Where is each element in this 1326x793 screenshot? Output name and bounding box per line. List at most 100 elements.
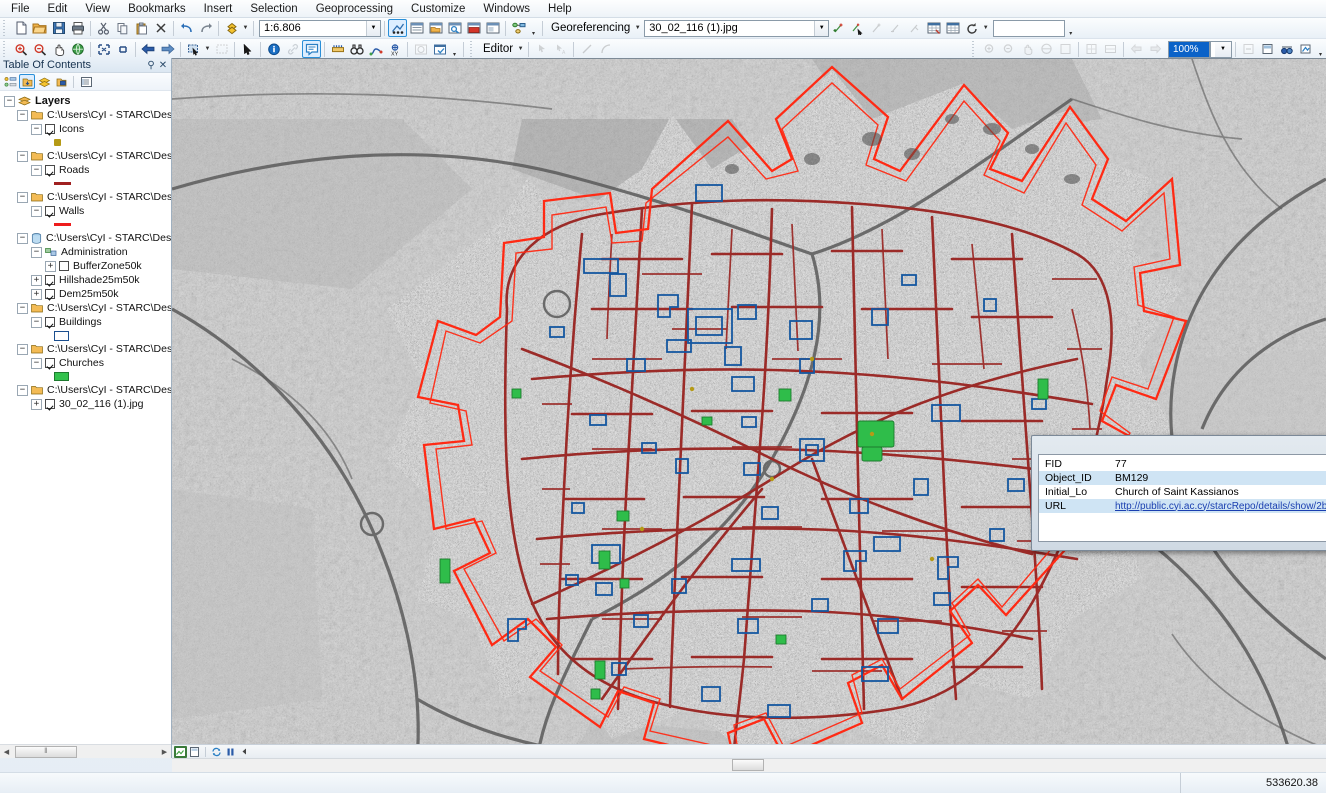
map-canvas[interactable]	[172, 58, 1326, 744]
rotate-button[interactable]	[962, 19, 981, 37]
effects-page-button[interactable]	[1056, 40, 1075, 58]
menu-item-help[interactable]: Help	[539, 2, 581, 16]
catalog-button[interactable]	[426, 19, 445, 37]
search-window-button[interactable]	[445, 19, 464, 37]
map-horizontal-scrollbar[interactable]	[172, 758, 1326, 772]
menu-item-view[interactable]: View	[76, 2, 119, 16]
change-layout-button[interactable]	[1258, 40, 1277, 58]
toc-layer-hillshade25m50k[interactable]: + Hillshade25m50k	[0, 273, 171, 287]
page-zoom-combo[interactable]: 100%	[1168, 40, 1210, 58]
previous-extent-button[interactable]	[139, 40, 158, 58]
popup-field-value-link[interactable]: http://public.cyi.ac.cy/starcRepo/detail…	[1115, 501, 1326, 512]
menu-item-bookmarks[interactable]: Bookmarks	[119, 2, 195, 16]
create-viewer-button[interactable]	[430, 40, 449, 58]
redo-button[interactable]	[196, 19, 215, 37]
edit-tool-button[interactable]	[532, 40, 551, 58]
toc-layer-icons[interactable]: − Icons	[0, 122, 171, 136]
toc-button[interactable]	[407, 19, 426, 37]
toc-workspace-6[interactable]: − C:\Users\CyI - STARC\Desktop	[0, 383, 171, 397]
editor-toolbar-button[interactable]	[388, 19, 407, 37]
editor-toolbar-grip[interactable]	[470, 41, 476, 57]
expand-collapse-toggle[interactable]: −	[17, 343, 28, 355]
data-driven-pages-button[interactable]	[1277, 40, 1296, 58]
expand-collapse-toggle[interactable]: −	[17, 232, 28, 244]
layout-view-button[interactable]	[188, 746, 201, 758]
identify-popup-window[interactable]: ✕ FID 77 Object_ID BM129 Initial_Lo Church of…	[1031, 435, 1326, 551]
toc-layer-walls[interactable]: − Walls	[0, 204, 171, 218]
edit-annotation-button[interactable]: A	[551, 40, 570, 58]
toc-options-button[interactable]	[78, 74, 94, 89]
menu-item-customize[interactable]: Customize	[402, 2, 474, 16]
layer-visibility-checkbox[interactable]	[45, 275, 55, 285]
toc-dataset-3-0[interactable]: − Administration	[0, 245, 171, 259]
layer-visibility-checkbox[interactable]	[45, 165, 55, 175]
expand-collapse-toggle[interactable]: −	[31, 123, 42, 135]
toolbar-grip[interactable]	[3, 41, 9, 57]
control-point-3-button[interactable]	[905, 19, 924, 37]
add-data-dropdown-arrow[interactable]: ▼	[241, 19, 250, 37]
select-features-dropdown-arrow[interactable]: ▼	[203, 40, 212, 58]
zoom-whole-page-button[interactable]	[1082, 40, 1101, 58]
html-popup-button[interactable]	[302, 40, 321, 58]
menu-item-edit[interactable]: Edit	[39, 2, 77, 16]
new-layout-button[interactable]	[1239, 40, 1258, 58]
toc-layer-tree[interactable]: −Layers−C:\Users\CyI - STARC\Desktop−Ico…	[0, 91, 171, 744]
editor-dropdown-arrow[interactable]: ▼	[516, 40, 525, 58]
layer-visibility-checkbox[interactable]	[45, 317, 55, 327]
layer-visibility-checkbox[interactable]	[45, 289, 55, 299]
expand-collapse-toggle[interactable]: +	[31, 274, 42, 286]
chevron-down-icon[interactable]: ▼	[814, 20, 829, 36]
drawing-tools-button[interactable]	[1296, 40, 1315, 58]
chevron-down-icon[interactable]: ▼	[366, 20, 380, 36]
control-point-2-button[interactable]	[886, 19, 905, 37]
layer-symbol-swatch[interactable]	[0, 136, 171, 149]
measure-button[interactable]	[328, 40, 347, 58]
print-button[interactable]	[68, 19, 87, 37]
editor-menu[interactable]: Editor	[478, 43, 516, 55]
copy-button[interactable]	[113, 19, 132, 37]
toc-layer-dem25m50k[interactable]: + Dem25m50k	[0, 287, 171, 301]
menu-item-file[interactable]: File	[2, 2, 39, 16]
toc-workspace-3[interactable]: − C:\Users\CyI - STARC\Desktop	[0, 231, 171, 245]
toolbar-grip[interactable]	[3, 20, 9, 36]
fixed-zoom-out-button[interactable]	[113, 40, 132, 58]
undo-button[interactable]	[177, 19, 196, 37]
effects-zoom-out-button[interactable]	[999, 40, 1018, 58]
rotate-dropdown-arrow[interactable]: ▼	[981, 19, 990, 37]
georeferencing-overflow-button[interactable]: ▾	[1065, 19, 1076, 37]
layer-visibility-checkbox[interactable]	[45, 358, 55, 368]
fixed-zoom-in-button[interactable]	[94, 40, 113, 58]
pause-drawing-button[interactable]	[224, 746, 237, 758]
data-view-button[interactable]	[174, 745, 187, 758]
find-button[interactable]	[347, 40, 366, 58]
select-features-button[interactable]	[184, 40, 203, 58]
straight-segment-button[interactable]	[577, 40, 596, 58]
list-by-visibility-button[interactable]	[36, 74, 52, 89]
toc-workspace-4[interactable]: − C:\Users\CyI - STARC\Desktop	[0, 301, 171, 315]
layer-visibility-checkbox[interactable]	[45, 399, 55, 409]
effects-zoom-in-button[interactable]	[980, 40, 999, 58]
tools-overflow-button[interactable]: ▾	[449, 40, 460, 58]
scroll-left-arrow-icon[interactable]: ◀	[0, 745, 13, 758]
cut-button[interactable]	[94, 19, 113, 37]
expand-collapse-toggle[interactable]: −	[31, 164, 42, 176]
list-by-selection-button[interactable]	[53, 74, 69, 89]
pan-button[interactable]	[49, 40, 68, 58]
georeferencing-menu[interactable]: Georeferencing	[546, 22, 633, 34]
hyperlink-button[interactable]	[283, 40, 302, 58]
expand-collapse-toggle[interactable]: +	[45, 260, 56, 272]
effects-full-extent-button[interactable]	[1037, 40, 1056, 58]
expand-collapse-toggle[interactable]: −	[31, 357, 42, 369]
modelbuilder-button[interactable]	[509, 19, 528, 37]
paste-button[interactable]	[132, 19, 151, 37]
add-control-points-button[interactable]	[829, 19, 848, 37]
close-icon[interactable]: ✕	[157, 60, 169, 71]
go-to-xy-button[interactable]: XY	[385, 40, 404, 58]
layer-symbol-swatch[interactable]	[0, 370, 171, 383]
layer-symbol-swatch[interactable]	[0, 218, 171, 231]
layer-visibility-checkbox[interactable]	[59, 261, 69, 271]
toc-horizontal-scrollbar[interactable]: ◀ ‖ ▶	[0, 744, 171, 758]
toolbar-overflow-button[interactable]: ▾	[528, 19, 539, 37]
expand-collapse-toggle[interactable]: −	[31, 246, 42, 258]
layer-symbol-swatch[interactable]	[0, 329, 171, 342]
